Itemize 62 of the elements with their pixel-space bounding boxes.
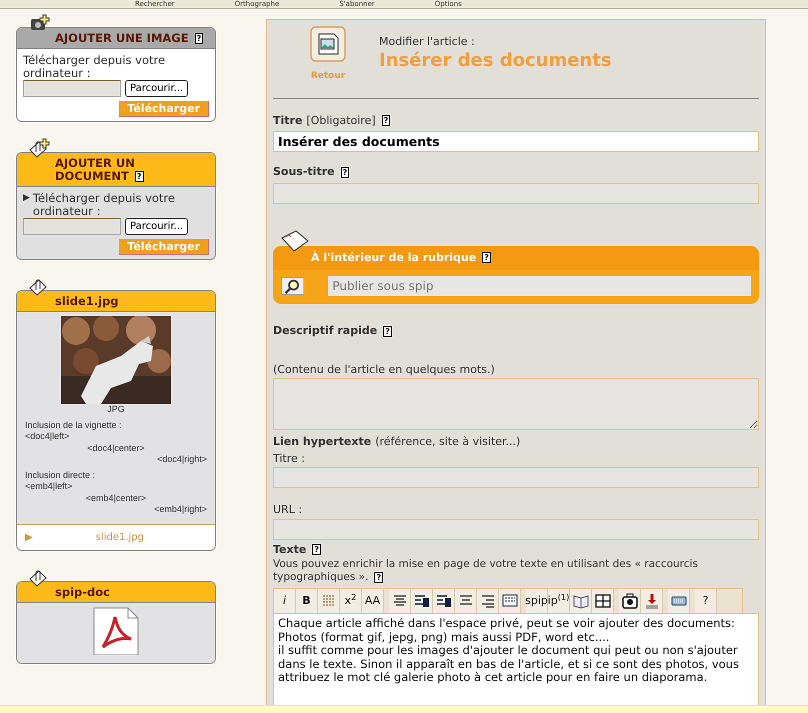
file-field[interactable]: [23, 218, 121, 235]
field-label: Descriptif rapide: [273, 323, 378, 339]
title-input[interactable]: Insérer des documents: [273, 131, 759, 152]
help-icon[interactable]: ?: [382, 115, 390, 126]
field-hint: (Contenu de l'article en quelques mots.): [273, 362, 496, 378]
panel-title: spip-doc: [55, 584, 110, 598]
toolbar-button[interactable]: spip: [526, 589, 548, 613]
field-label: Titre: [273, 112, 302, 128]
inclusion-code: <emb4|center>: [86, 492, 146, 502]
field-note: [Obligatoire]: [306, 112, 376, 128]
inclusion-code: <emb4|right>: [154, 504, 207, 514]
search-icon: [281, 276, 304, 296]
help-icon[interactable]: ?: [134, 171, 144, 182]
field-label: Sous-titre: [273, 164, 335, 180]
panel-title: AJOUTER UNE IMAGE: [55, 31, 189, 45]
section-label: À l'intérieur de la rubrique: [311, 250, 476, 264]
toolbar-button[interactable]: B: [296, 589, 318, 613]
browse-button[interactable]: Parcourir...: [125, 80, 188, 97]
document-picture-icon: [310, 26, 346, 62]
file-type-label: JPG: [106, 404, 126, 416]
help-icon[interactable]: ?: [194, 33, 204, 44]
panel-title: AJOUTER UN DOCUMENT: [55, 156, 135, 183]
field-note: (référence, site à visiter...): [375, 434, 520, 450]
toolbar-button[interactable]: ?: [695, 589, 717, 613]
toolbar-button[interactable]: AA: [362, 589, 384, 613]
inclusion-code: <emb4|left>: [25, 481, 72, 491]
help-icon[interactable]: ?: [340, 166, 350, 178]
inclusion-code: <doc4|center>: [87, 442, 145, 452]
inclusion-heading: Inclusion directe :: [25, 470, 96, 481]
upload-label: Télécharger depuis votre ordinateur :: [23, 54, 166, 80]
inclusion-heading: Inclusion de la vignette :: [25, 420, 123, 431]
file-field[interactable]: [23, 80, 121, 97]
subtitle-input[interactable]: [273, 182, 759, 204]
page-title: Insérer des documents: [379, 50, 612, 70]
browse-button[interactable]: Parcourir...: [125, 218, 188, 235]
field-label: Texte: [273, 542, 306, 558]
help-icon[interactable]: ?: [312, 544, 321, 556]
field-hint: Vous pouvez enrichir la mise en page de votre texte en utilisant des « raccourcis: [273, 558, 698, 570]
help-icon[interactable]: ?: [374, 572, 384, 583]
arrow-icon: ▶: [23, 192, 30, 205]
arrow-icon: ▶: [25, 530, 33, 544]
inclusion-code: <doc4|left>: [25, 431, 70, 441]
page-subtitle: Modifier l'article :: [379, 34, 476, 50]
help-icon[interactable]: ?: [383, 326, 392, 337]
help-icon[interactable]: ?: [482, 252, 491, 263]
panel-title: slide1.jpg: [55, 294, 119, 308]
field-hint: typographiques ».: [273, 571, 368, 583]
toolbar-button[interactable]: x$^{2}$: [340, 589, 362, 613]
field-label: Titre :: [273, 450, 306, 466]
camera-icon: [28, 13, 50, 33]
field-label: URL :: [273, 502, 304, 518]
pdf-file-icon: [93, 606, 139, 654]
inclusion-code: <doc4|right>: [157, 454, 207, 464]
url-input[interactable]: [273, 518, 759, 540]
field-label: Lien hypertexte: [273, 434, 372, 450]
note-icon: [279, 230, 309, 254]
table-icon[interactable]: [594, 592, 612, 610]
section-input[interactable]: Publier sous spip: [328, 276, 751, 296]
upload-label: Télécharger depuis votre ordinateur :: [32, 192, 176, 218]
toolbar-button[interactable]: ip$^{(1)}$: [548, 589, 570, 613]
link-title-input[interactable]: [273, 467, 759, 488]
toolbar-button[interactable]: i: [274, 589, 296, 613]
